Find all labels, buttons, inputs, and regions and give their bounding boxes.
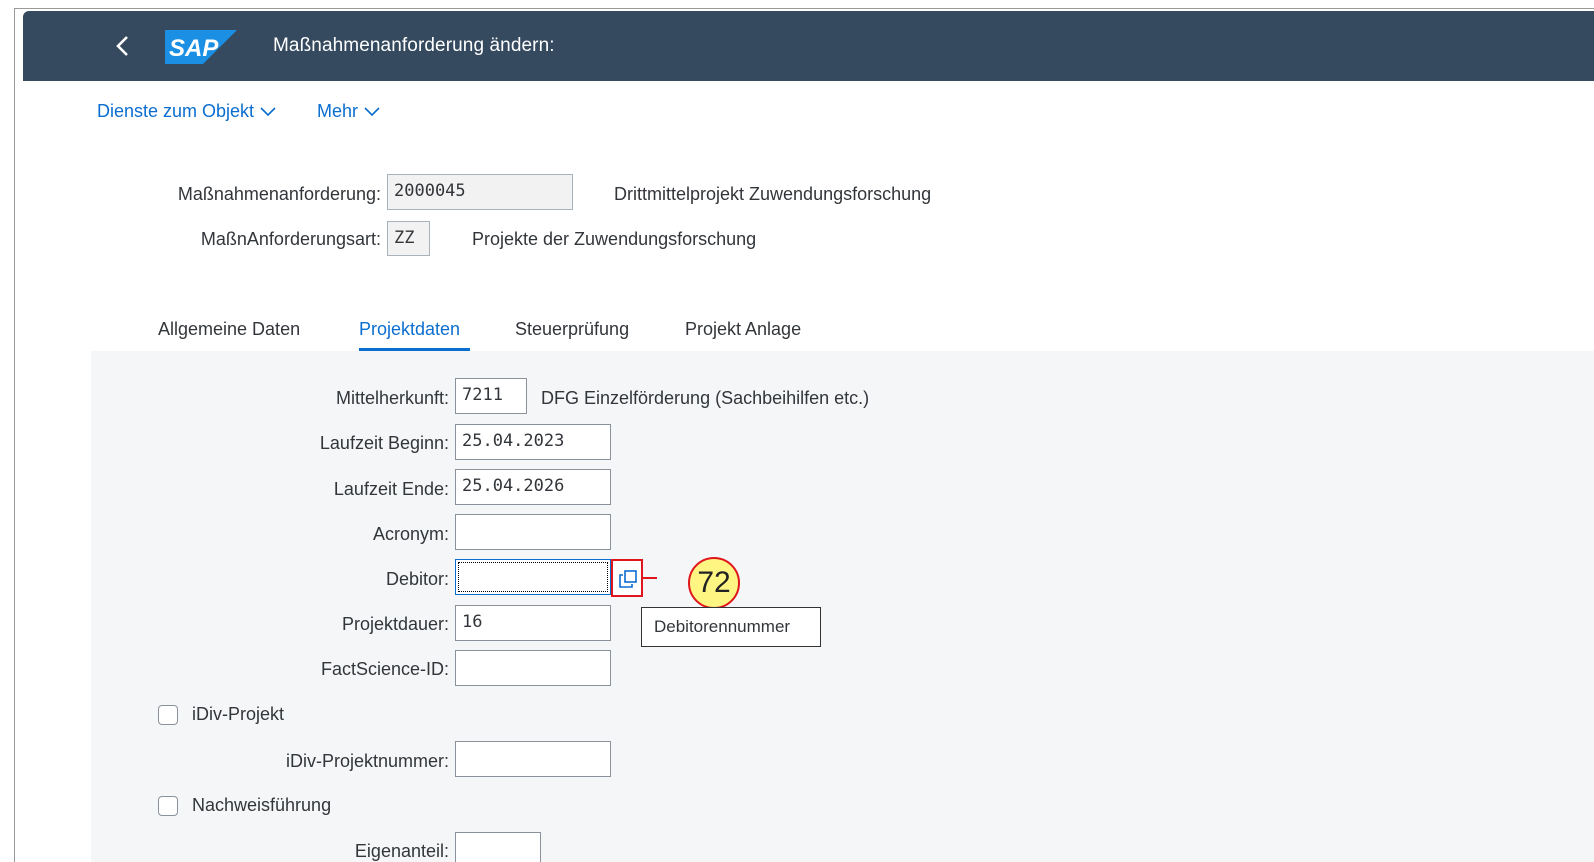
duration-label: Projektdauer: <box>341 614 449 634</box>
acronym-field[interactable] <box>455 514 611 550</box>
own-share-field[interactable] <box>455 832 541 862</box>
factscience-field[interactable] <box>455 650 611 686</box>
own-share-label: Eigenanteil: <box>354 841 449 861</box>
start-date-field[interactable]: 25.04.2023 <box>455 424 611 460</box>
idiv-number-label: iDiv-Projektnummer: <box>285 751 449 771</box>
callout-connector <box>643 577 657 579</box>
request-label: Maßnahmenanforderung: <box>177 184 381 204</box>
proof-checkbox[interactable] <box>158 796 178 816</box>
tab-projekt-anlage[interactable]: Projekt Anlage <box>685 319 801 340</box>
tab-steuerpruefung[interactable]: Steuerprüfung <box>515 319 629 340</box>
back-button[interactable] <box>109 31 137 61</box>
step-callout: 72 <box>688 557 740 609</box>
services-menu-label: Dienste zum Objekt <box>97 101 255 121</box>
request-description: Drittmittelprojekt Zuwendungsforschung <box>614 184 932 204</box>
start-date-label: Laufzeit Beginn: <box>319 433 449 453</box>
app-window: SAP Maßnahmenanforderung ändern: Dienste… <box>14 8 1594 862</box>
page-title: Maßnahmenanforderung ändern: <box>273 35 555 56</box>
value-help-icon <box>619 570 637 588</box>
chevron-down-icon <box>364 107 380 117</box>
fund-source-description: DFG Einzelförderung (Sachbeihilfen etc.) <box>541 388 870 408</box>
request-type-description: Projekte der Zuwendungsforschung <box>472 229 757 249</box>
idiv-checkbox[interactable] <box>158 705 178 725</box>
debitor-tooltip: Debitorennummer <box>641 607 821 647</box>
more-menu-button[interactable]: Mehr <box>317 101 380 122</box>
shell-bar: SAP Maßnahmenanforderung ändern: <box>23 11 1594 81</box>
debitor-value-help-button[interactable] <box>611 559 643 597</box>
tab-projektdaten[interactable]: Projektdaten <box>359 319 460 340</box>
idiv-checkbox-label: iDiv-Projekt <box>192 704 285 724</box>
fund-source-field[interactable]: 7211 <box>455 378 527 414</box>
tab-bar: Allgemeine Daten Projektdaten Steuerprüf… <box>91 309 1594 352</box>
services-menu-button[interactable]: Dienste zum Objekt <box>97 101 276 122</box>
end-date-label: Laufzeit Ende: <box>333 479 449 499</box>
acronym-label: Acronym: <box>372 524 449 544</box>
more-menu-label: Mehr <box>317 101 359 121</box>
factscience-label: FactScience-ID: <box>320 659 449 679</box>
idiv-number-field[interactable] <box>455 741 611 777</box>
request-number-field[interactable]: 2000045 <box>387 174 573 210</box>
tab-content-panel <box>91 351 1594 862</box>
chevron-down-icon <box>260 107 276 117</box>
fund-source-label: Mittelherkunft: <box>335 388 449 408</box>
duration-field[interactable]: 16 <box>455 605 611 641</box>
end-date-field[interactable]: 25.04.2026 <box>455 469 611 505</box>
tab-allgemeine-daten[interactable]: Allgemeine Daten <box>158 319 300 340</box>
request-type-field[interactable]: ZZ <box>387 221 430 256</box>
debitor-label: Debitor: <box>385 569 449 589</box>
request-type-label: MaßnAnforderungsart: <box>200 229 381 249</box>
debitor-field[interactable] <box>455 559 611 595</box>
proof-checkbox-label: Nachweisführung <box>192 795 332 815</box>
chevron-left-icon <box>116 36 128 56</box>
sap-logo: SAP <box>165 30 237 64</box>
sap-logo-text: SAP <box>169 35 219 62</box>
